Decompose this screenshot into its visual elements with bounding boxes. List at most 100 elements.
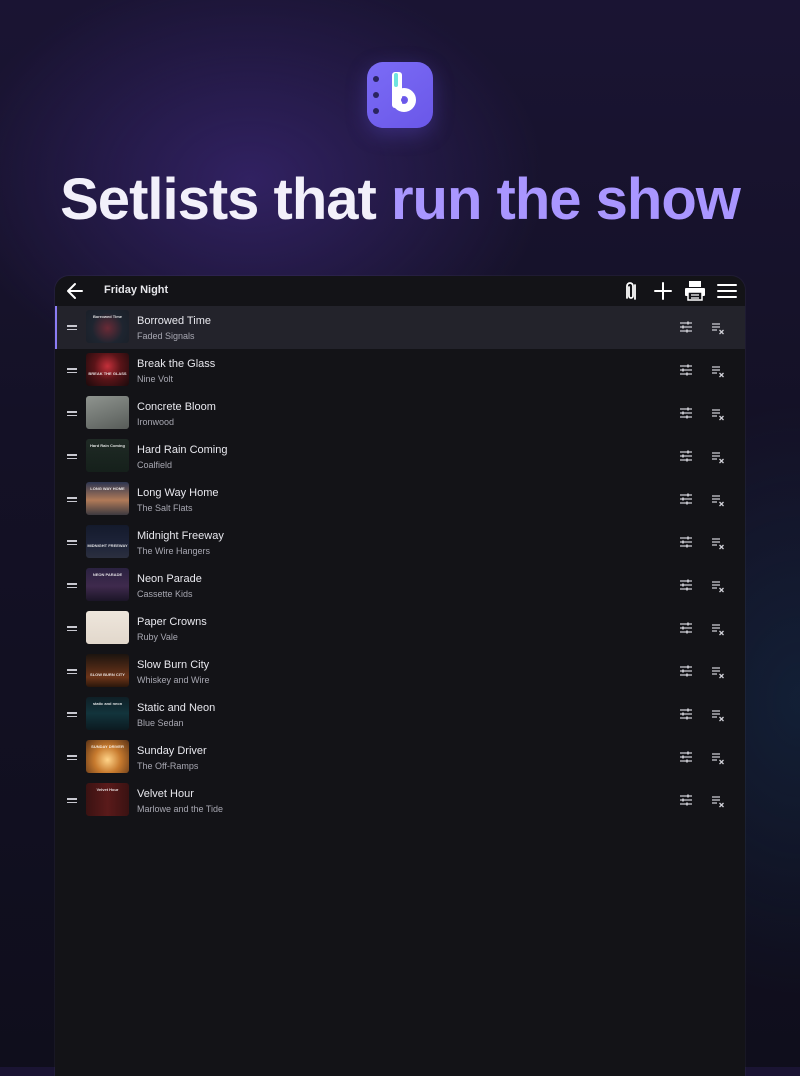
tune-icon[interactable] bbox=[679, 363, 693, 377]
song-list: Borrowed Time Borrowed Time Faded Signal… bbox=[55, 306, 745, 822]
album-art: SLOW BURN CITY bbox=[86, 654, 129, 687]
song-row[interactable]: LONG WAY HOME Long Way Home The Salt Fla… bbox=[55, 478, 745, 521]
song-title: Paper Crowns bbox=[137, 616, 207, 628]
headline-part2: run the show bbox=[390, 167, 741, 232]
album-art-caption: SLOW BURN CITY bbox=[90, 672, 125, 677]
song-title: Concrete Bloom bbox=[137, 401, 216, 413]
song-row[interactable]: Borrowed Time Borrowed Time Faded Signal… bbox=[55, 306, 745, 349]
song-artist: Coalfield bbox=[137, 460, 173, 470]
song-title: Slow Burn City bbox=[137, 659, 210, 671]
drag-handle-icon[interactable] bbox=[67, 583, 77, 588]
song-row[interactable]: SLOW BURN CITY Slow Burn City Whiskey an… bbox=[55, 650, 745, 693]
remove-from-setlist-icon[interactable] bbox=[711, 708, 725, 722]
song-title: Hard Rain Coming bbox=[137, 444, 228, 456]
album-art: Velvet Hour bbox=[86, 783, 129, 816]
song-row[interactable]: BREAK THE GLASS Break the Glass Nine Vol… bbox=[55, 349, 745, 392]
remove-from-setlist-icon[interactable] bbox=[711, 407, 725, 421]
album-art-caption: NEON PARADE bbox=[92, 572, 123, 577]
tune-icon[interactable] bbox=[679, 406, 693, 420]
drag-handle-icon[interactable] bbox=[67, 755, 77, 760]
remove-from-setlist-icon[interactable] bbox=[711, 364, 725, 378]
remove-from-setlist-icon[interactable] bbox=[711, 536, 725, 550]
remove-from-setlist-icon[interactable] bbox=[711, 579, 725, 593]
song-artist: The Off-Ramps bbox=[137, 761, 199, 771]
song-row[interactable]: Paper Crowns Ruby Vale bbox=[55, 607, 745, 650]
song-artist: Nine Volt bbox=[137, 374, 174, 384]
remove-from-setlist-icon[interactable] bbox=[711, 493, 725, 507]
album-art: NEON PARADE bbox=[86, 568, 129, 601]
song-artist: Faded Signals bbox=[137, 331, 195, 341]
song-row[interactable]: static and neon Static and Neon Blue Sed… bbox=[55, 693, 745, 736]
song-row[interactable]: MIDNIGHT FREEWAY Midnight Freeway The Wi… bbox=[55, 521, 745, 564]
song-row[interactable]: Concrete Bloom Ironwood bbox=[55, 392, 745, 435]
song-artist: Whiskey and Wire bbox=[137, 675, 210, 685]
album-art bbox=[86, 611, 129, 644]
tune-icon[interactable] bbox=[679, 621, 693, 635]
song-title: Velvet Hour bbox=[137, 788, 194, 800]
album-art: Borrowed Time bbox=[86, 310, 129, 343]
drag-handle-icon[interactable] bbox=[67, 325, 77, 330]
app-bar: Friday Night bbox=[55, 276, 745, 306]
headline-part1: Setlists that bbox=[60, 167, 391, 232]
song-artist: The Salt Flats bbox=[137, 503, 193, 513]
add-icon[interactable] bbox=[651, 280, 675, 302]
song-artist: Blue Sedan bbox=[137, 718, 184, 728]
remove-from-setlist-icon[interactable] bbox=[711, 450, 725, 464]
tune-icon[interactable] bbox=[679, 578, 693, 592]
song-artist: Marlowe and the Tide bbox=[137, 804, 224, 814]
remove-from-setlist-icon[interactable] bbox=[711, 794, 725, 808]
remove-from-setlist-icon[interactable] bbox=[711, 622, 725, 636]
setlist-title: Friday Night bbox=[104, 284, 169, 296]
album-art: LONG WAY HOME bbox=[86, 482, 129, 515]
attach-icon[interactable] bbox=[619, 280, 643, 302]
drag-handle-icon[interactable] bbox=[67, 497, 77, 502]
song-row[interactable]: Velvet Hour Velvet Hour Marlowe and the … bbox=[55, 779, 745, 822]
album-art: static and neon bbox=[86, 697, 129, 730]
drag-handle-icon[interactable] bbox=[67, 454, 77, 459]
song-title: Midnight Freeway bbox=[137, 530, 224, 542]
song-row[interactable]: Hard Rain Coming Hard Rain Coming Coalfi… bbox=[55, 435, 745, 478]
song-artist: The Wire Hangers bbox=[137, 546, 211, 556]
drag-handle-icon[interactable] bbox=[67, 540, 77, 545]
tune-icon[interactable] bbox=[679, 750, 693, 764]
menu-icon[interactable] bbox=[715, 280, 739, 302]
album-art-caption: SUNDAY DRIVER bbox=[91, 744, 124, 749]
tune-icon[interactable] bbox=[679, 707, 693, 721]
drag-handle-icon[interactable] bbox=[67, 798, 77, 803]
song-row[interactable]: NEON PARADE Neon Parade Cassette Kids bbox=[55, 564, 745, 607]
drag-handle-icon[interactable] bbox=[67, 368, 77, 373]
tune-icon[interactable] bbox=[679, 449, 693, 463]
printer-icon[interactable] bbox=[683, 280, 707, 302]
album-art-caption: Borrowed Time bbox=[92, 314, 123, 319]
album-art: Hard Rain Coming bbox=[86, 439, 129, 472]
remove-from-setlist-icon[interactable] bbox=[711, 321, 725, 335]
tune-icon[interactable] bbox=[679, 793, 693, 807]
setlist-screen: Friday Night Borrowed Time Borrowed Time… bbox=[55, 276, 745, 1076]
album-art-caption: BREAK THE GLASS bbox=[88, 371, 127, 376]
song-title: Neon Parade bbox=[137, 573, 202, 585]
app-bar-actions bbox=[619, 280, 739, 302]
remove-from-setlist-icon[interactable] bbox=[711, 751, 725, 765]
headline: Setlists that run the show bbox=[0, 166, 800, 233]
tune-icon[interactable] bbox=[679, 320, 693, 334]
album-art-caption: LONG WAY HOME bbox=[90, 486, 125, 491]
remove-from-setlist-icon[interactable] bbox=[711, 665, 725, 679]
drag-handle-icon[interactable] bbox=[67, 712, 77, 717]
album-art-caption: static and neon bbox=[92, 701, 123, 706]
album-art-caption: MIDNIGHT FREEWAY bbox=[87, 543, 128, 548]
drag-handle-icon[interactable] bbox=[67, 411, 77, 416]
drag-handle-icon[interactable] bbox=[67, 669, 77, 674]
song-row[interactable]: SUNDAY DRIVER Sunday Driver The Off-Ramp… bbox=[55, 736, 745, 779]
song-title: Borrowed Time bbox=[137, 315, 211, 327]
tune-icon[interactable] bbox=[679, 492, 693, 506]
song-title: Break the Glass bbox=[137, 358, 216, 370]
album-art-caption: Velvet Hour bbox=[96, 787, 119, 792]
song-title: Sunday Driver bbox=[137, 745, 207, 757]
song-title: Static and Neon bbox=[137, 702, 216, 714]
tune-icon[interactable] bbox=[679, 664, 693, 678]
back-arrow-icon[interactable] bbox=[65, 281, 85, 301]
tune-icon[interactable] bbox=[679, 535, 693, 549]
album-art: BREAK THE GLASS bbox=[86, 353, 129, 386]
drag-handle-icon[interactable] bbox=[67, 626, 77, 631]
album-art-caption: Hard Rain Coming bbox=[90, 443, 125, 448]
